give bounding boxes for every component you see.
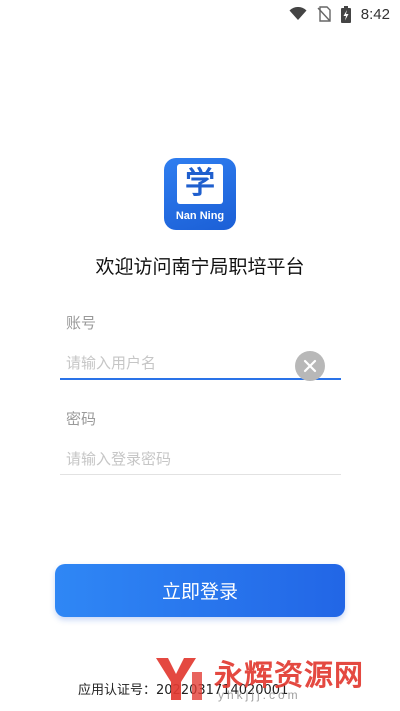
- logo-glyph: 学: [185, 166, 215, 201]
- password-label: 密码: [66, 410, 97, 428]
- battery-charging-icon: [340, 5, 351, 23]
- logo-badge: 学: [177, 164, 223, 204]
- password-underline: [60, 474, 341, 475]
- logo-wordmark: Nan Ning: [175, 210, 225, 222]
- account-label: 账号: [66, 314, 97, 332]
- clear-account-button[interactable]: [295, 351, 325, 381]
- status-bar: 8:42: [0, 0, 400, 28]
- watermark: 永辉资源网 yhkjjj.com: [152, 650, 392, 708]
- watermark-logo-icon: [156, 658, 202, 700]
- password-input[interactable]: [60, 441, 340, 477]
- app-logo: 学 Nan Ning: [164, 158, 236, 230]
- watermark-url: yhkjjj.com: [218, 688, 301, 702]
- no-sim-icon: [317, 6, 331, 22]
- status-clock: 8:42: [360, 5, 390, 23]
- welcome-title: 欢迎访问南宁局职培平台: [95, 256, 305, 278]
- account-underline: [60, 378, 341, 380]
- cert-label: 应用认证号：: [78, 683, 157, 698]
- wifi-icon: [289, 7, 307, 21]
- login-button[interactable]: 立即登录: [55, 564, 345, 617]
- close-icon: [303, 359, 317, 373]
